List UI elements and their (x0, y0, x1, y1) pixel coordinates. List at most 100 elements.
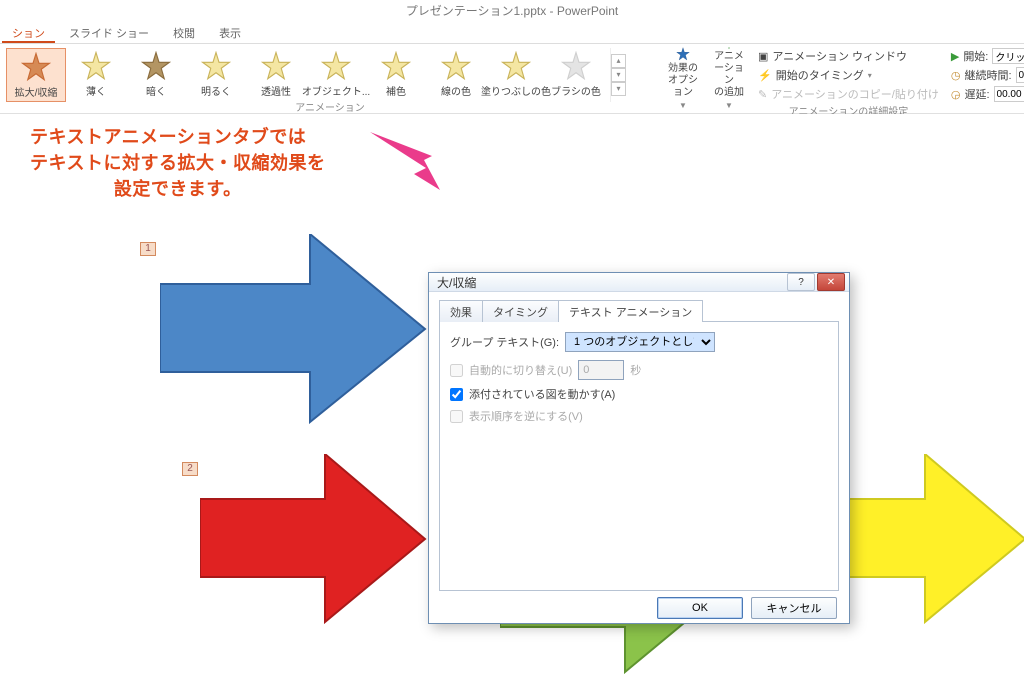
anim-item-4[interactable]: 透過性 (246, 48, 306, 102)
trigger-label: 開始のタイミング (776, 67, 864, 83)
auto-switch-checkbox (450, 364, 463, 377)
anim-item-1[interactable]: 薄く (66, 48, 126, 102)
close-icon: ✕ (827, 277, 835, 288)
ok-button[interactable]: OK (657, 597, 743, 619)
tab-view[interactable]: 表示 (209, 22, 251, 43)
delay-icon: ◶ (951, 88, 961, 101)
chevron-down-icon: ▼ (679, 101, 687, 110)
chevron-down-icon: ▾ (868, 71, 872, 80)
anim-item-label: 拡大/収縮 (15, 84, 58, 99)
cancel-button[interactable]: キャンセル (751, 597, 837, 619)
gallery-scroll[interactable]: ▴▾▾ (610, 48, 626, 102)
duration-label: 継続時間: (964, 67, 1011, 83)
anim-item-label: ブラシの色 (551, 83, 601, 98)
reverse-order-checkbox (450, 410, 463, 423)
anim-item-label: オブジェクト... (302, 83, 370, 98)
group-text-select[interactable]: 1 つのオブジェクトとして (565, 332, 715, 352)
red-arrow-shape[interactable] (200, 454, 430, 624)
anim-item-label: 塗りつぶしの色 (481, 83, 551, 98)
start-label: 開始: (963, 48, 988, 64)
move-attached-checkbox[interactable] (450, 388, 463, 401)
dialog-titlebar[interactable]: 大/収縮 ? ✕ (429, 273, 849, 292)
star-icon (81, 51, 111, 81)
dialog-footer: OK キャンセル (429, 597, 849, 629)
star-icon (201, 51, 231, 81)
animation-gallery: 拡大/収縮 薄く 暗く 明るく 透過性オブジェクト... 補色 線の色塗りつぶしの色ブラシの… (0, 44, 626, 102)
start-input[interactable] (992, 48, 1024, 64)
effect-options-button[interactable]: 効果の オプション ▼ (660, 44, 706, 113)
star-icon (441, 51, 471, 81)
painter-label: アニメーションのコピー/貼り付け (771, 86, 939, 102)
trigger-button[interactable]: ⚡ 開始のタイミング ▾ (758, 67, 939, 83)
svg-text:+: + (730, 47, 731, 49)
star-plus-icon: + (714, 47, 744, 49)
dialog-close-button[interactable]: ✕ (817, 273, 845, 291)
anim-item-label: 薄く (86, 83, 106, 98)
timing-group: ▶ 開始: ◷ 継続時間: ◶ 遅延: (945, 44, 1024, 106)
auto-switch-label: 自動的に切り替え(U) (469, 362, 572, 378)
anim-item-label: 補色 (386, 83, 406, 98)
tab-animation[interactable]: ション (2, 22, 55, 43)
anim-item-0[interactable]: 拡大/収縮 (6, 48, 66, 102)
star-icon (501, 51, 531, 81)
tab-review[interactable]: 校閲 (163, 22, 205, 43)
anim-item-7[interactable]: 線の色 (426, 48, 486, 102)
star-icon (668, 47, 698, 61)
dialog-tab-effect[interactable]: 効果 (439, 300, 483, 322)
anim-item-label: 明るく (201, 83, 231, 98)
reverse-order-label: 表示順序を逆にする(V) (469, 408, 583, 424)
auto-seconds-input (578, 360, 624, 380)
effect-options-label: 効果の オプション (668, 63, 698, 99)
dialog-tab-text-animation[interactable]: テキスト アニメーション (558, 300, 703, 322)
dialog-tab-timing[interactable]: タイミング (482, 300, 559, 322)
anim-item-8[interactable]: 塗りつぶしの色 (486, 48, 546, 102)
delay-label: 遅延: (964, 86, 989, 102)
dialog-tabs: 効果 タイミング テキスト アニメーション (439, 300, 839, 322)
add-animation-label: アニメーション の追加 (714, 51, 744, 99)
ribbon: 拡大/収縮 薄く 暗く 明るく 透過性オブジェクト... 補色 線の色塗りつぶしの色ブラシの… (0, 44, 1024, 114)
grow-shrink-dialog: 大/収縮 ? ✕ 効果 タイミング テキスト アニメーション グループ テキスト… (428, 272, 850, 624)
move-attached-label: 添付されている図を動かす(A) (469, 386, 615, 402)
brush-icon: ✎ (758, 88, 767, 101)
chevron-down-icon: ▼ (725, 101, 733, 110)
clock-icon: ◷ (951, 69, 961, 82)
dialog-panel: グループ テキスト(G): 1 つのオブジェクトとして 自動的に切り替え(U) … (439, 321, 839, 591)
anim-item-9[interactable]: ブラシの色 (546, 48, 606, 102)
animation-pane-label: アニメーション ウィンドウ (772, 48, 907, 64)
lightning-icon: ⚡ (758, 69, 772, 82)
star-icon (561, 51, 591, 81)
animation-pane-button[interactable]: ▣ アニメーション ウィンドウ (758, 48, 939, 64)
annotation-text: テキストアニメーションタブでは テキストに対する拡大・収縮効果を 設定できます。 (30, 124, 325, 202)
blue-arrow-shape[interactable] (160, 234, 430, 424)
dialog-help-button[interactable]: ? (787, 273, 815, 291)
star-icon (321, 51, 351, 81)
anim-item-label: 透過性 (261, 83, 291, 98)
ribbon-tabs: ション スライド ショー 校閲 表示 (0, 22, 1024, 44)
anim-item-5[interactable]: オブジェクト... (306, 48, 366, 102)
anim-item-2[interactable]: 暗く (126, 48, 186, 102)
app-titlebar: プレゼンテーション1.pptx - PowerPoint (0, 0, 1024, 22)
advanced-animation-group: ▣ アニメーション ウィンドウ ⚡ 開始のタイミング ▾ ✎ アニメーションのコ… (752, 44, 945, 106)
anim-item-label: 線の色 (441, 83, 471, 98)
annotation-line-1: テキストアニメーションタブでは (30, 124, 325, 150)
annotation-line-2: テキストに対する拡大・収縮効果を (30, 150, 325, 176)
anim-item-6[interactable]: 補色 (366, 48, 426, 102)
anim-item-3[interactable]: 明るく (186, 48, 246, 102)
delay-input[interactable] (994, 86, 1024, 102)
star-icon (381, 51, 411, 81)
group-text-label: グループ テキスト(G): (450, 334, 559, 350)
star-icon (21, 52, 51, 82)
annotation-line-3: 設定できます。 (30, 176, 325, 202)
tab-slideshow[interactable]: スライド ショー (59, 22, 159, 43)
anim-item-label: 暗く (146, 83, 166, 98)
duration-input[interactable] (1016, 67, 1024, 83)
play-icon: ▶ (951, 50, 959, 63)
shape-tag-1[interactable]: 1 (140, 242, 156, 256)
star-icon (261, 51, 291, 81)
animation-painter-button[interactable]: ✎ アニメーションのコピー/貼り付け (758, 86, 939, 102)
slide-canvas: テキストアニメーションタブでは テキストに対する拡大・収縮効果を 設定できます。… (0, 114, 1024, 643)
add-animation-button[interactable]: + アニメーション の追加 ▼ (706, 44, 752, 113)
shape-tag-2[interactable]: 2 (182, 462, 198, 476)
pane-icon: ▣ (758, 50, 768, 63)
seconds-unit: 秒 (630, 362, 641, 378)
